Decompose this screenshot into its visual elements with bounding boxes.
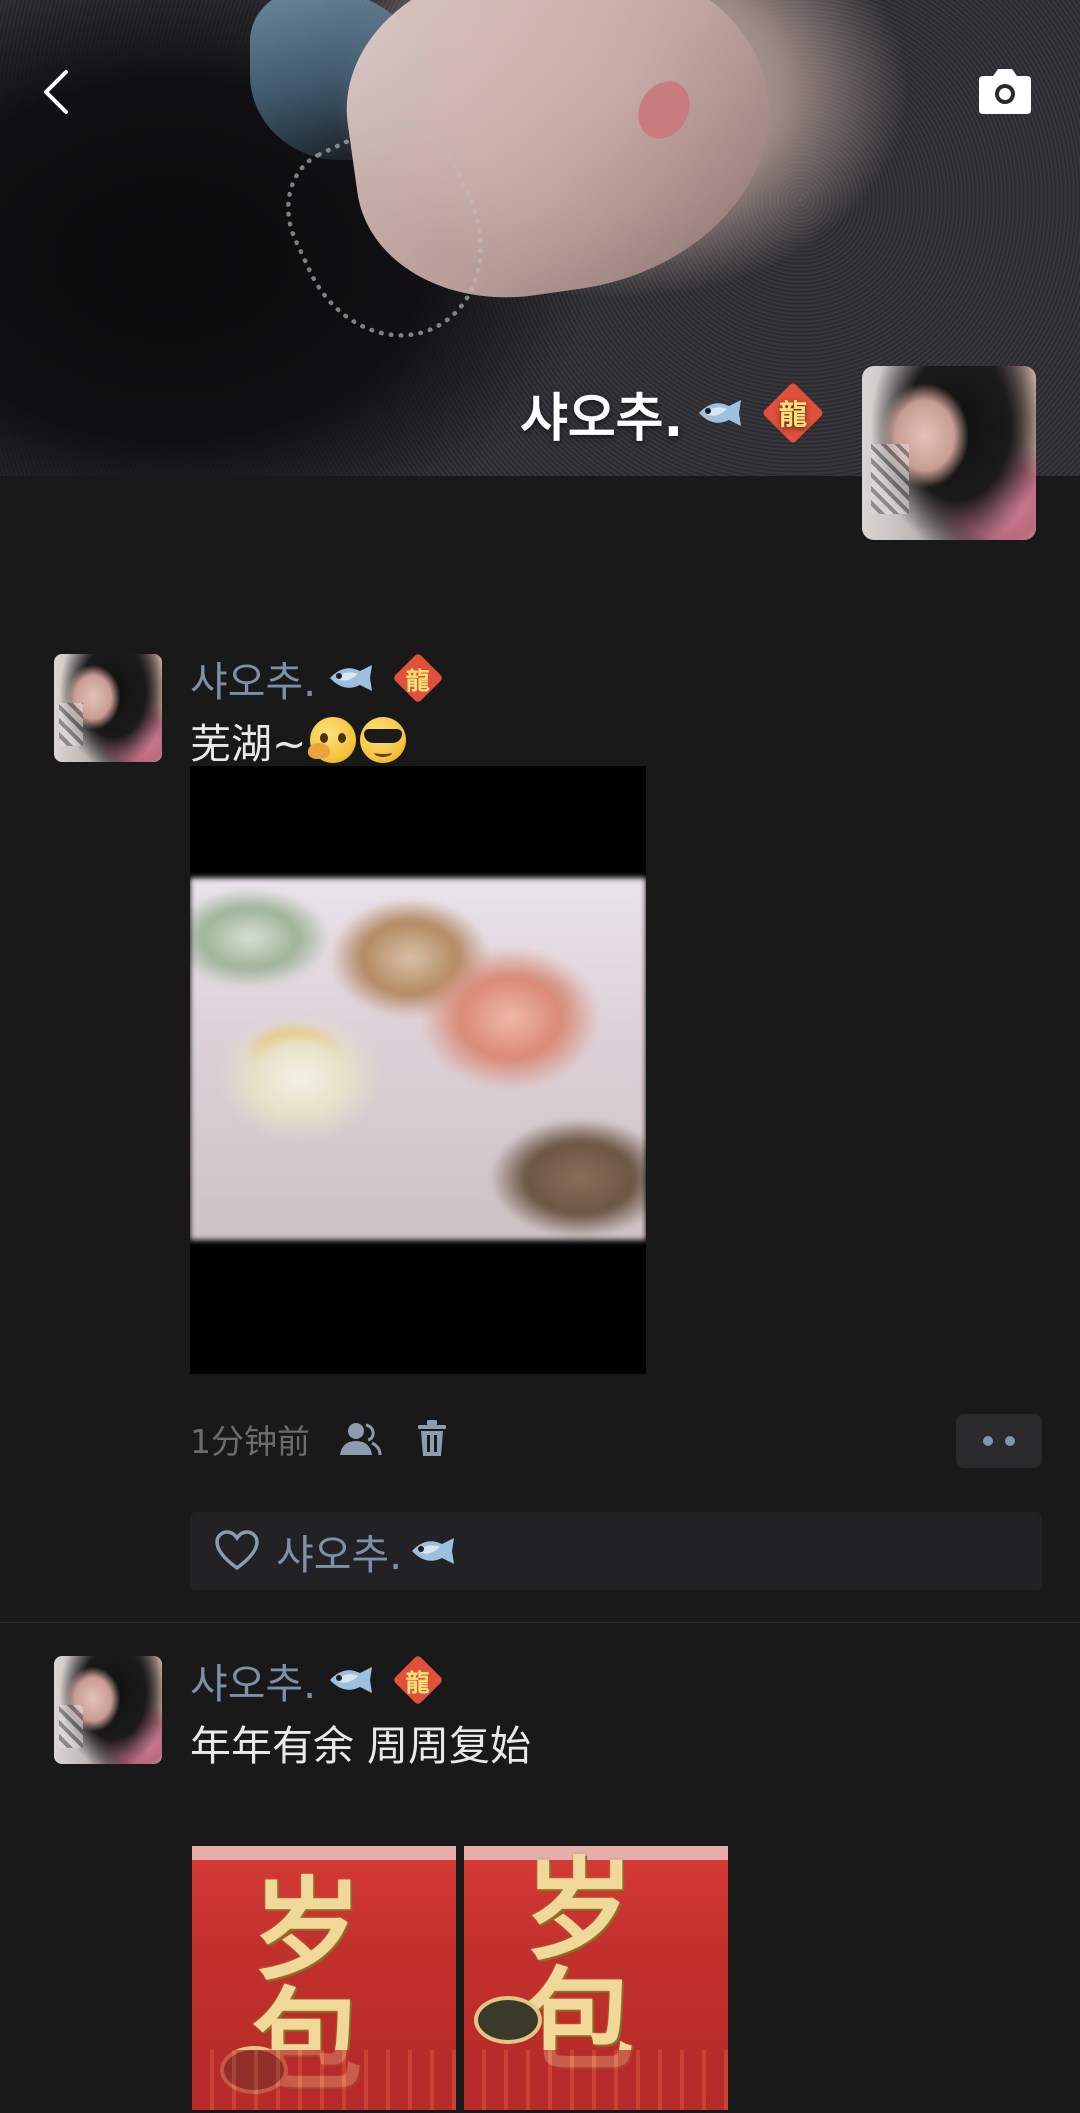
post-text: 年年有余 周周复始 xyxy=(190,1712,531,1772)
liker-name[interactable]: 샤오추. xyxy=(276,1521,458,1581)
more-options-button[interactable] xyxy=(956,1414,1042,1468)
likes-panel: 샤오추. xyxy=(190,1512,1042,1590)
video-frame xyxy=(190,878,646,1240)
back-button[interactable] xyxy=(30,62,80,122)
liker-name-text: 샤오추. xyxy=(276,1531,403,1579)
post-author-name: 샤오추. xyxy=(190,1660,317,1708)
dot-icon xyxy=(983,1436,993,1446)
profile-avatar[interactable] xyxy=(862,366,1036,540)
post-image[interactable]: 岁包 xyxy=(192,1846,456,2110)
fish-icon xyxy=(699,400,742,426)
post-meta: 1分钟前 xyxy=(190,1412,454,1466)
coin-decoration xyxy=(474,1996,542,2044)
avatar[interactable] xyxy=(54,1656,162,1764)
post-author[interactable]: 샤오추. 龍 xyxy=(190,1652,444,1708)
envelope-edge xyxy=(192,1846,456,1860)
post-author[interactable]: 샤오추. 龍 xyxy=(190,650,444,706)
pattern-band xyxy=(464,2050,728,2110)
dot-icon xyxy=(1005,1436,1015,1446)
dragon-badge-icon: 龍 xyxy=(762,381,825,445)
dragon-badge-icon: 龍 xyxy=(392,652,444,704)
delete-button[interactable] xyxy=(410,1417,454,1461)
fish-icon xyxy=(330,665,373,691)
fish-icon xyxy=(412,1538,455,1564)
pattern-band xyxy=(192,2050,456,2110)
fish-icon xyxy=(330,1667,373,1693)
avatar-image xyxy=(862,366,1036,540)
avatar-image xyxy=(54,1656,162,1764)
post-text-content: 芜湖~ xyxy=(190,720,307,768)
dragon-badge-icon: 龍 xyxy=(392,1654,444,1706)
image-caption: 岁包 xyxy=(524,1846,634,2085)
post-text-content: 年年有余 周周复始 xyxy=(190,1722,532,1770)
camera-button[interactable] xyxy=(975,66,1035,116)
post-author-name: 샤오추. xyxy=(190,658,317,706)
visibility-button[interactable] xyxy=(338,1417,382,1461)
thinking-face-emoji xyxy=(308,717,357,763)
avatar-image xyxy=(54,654,162,762)
trash-icon xyxy=(418,1420,446,1456)
post-time: 1分钟前 xyxy=(190,1422,310,1461)
post-image[interactable]: 岁包 xyxy=(464,1846,728,2110)
post-text: 芜湖~ xyxy=(190,710,407,770)
divider xyxy=(0,1622,1080,1623)
camera-icon xyxy=(979,69,1031,114)
chevron-left-icon xyxy=(44,70,68,114)
sunglasses-face-emoji xyxy=(360,717,407,763)
profile-name-text: 샤오추. xyxy=(520,388,684,449)
avatar[interactable] xyxy=(54,654,162,762)
person-icon xyxy=(340,1423,382,1456)
profile-name: 샤오추. 龍 xyxy=(520,378,825,449)
heart-icon xyxy=(215,1530,259,1571)
post-video[interactable] xyxy=(190,766,646,1374)
